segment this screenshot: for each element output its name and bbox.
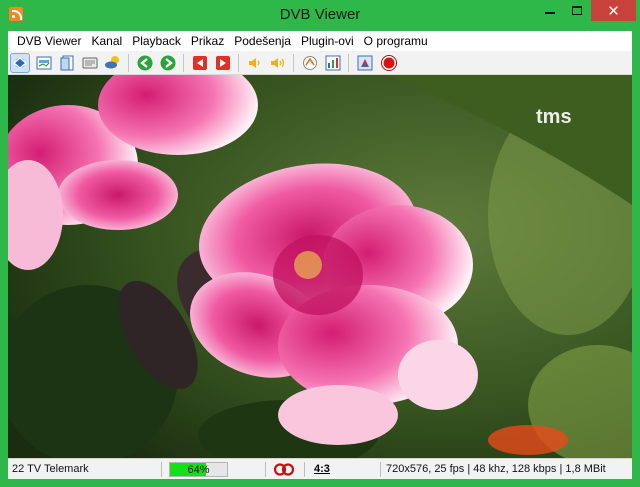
- dolby-audio-icon[interactable]: [274, 463, 294, 476]
- toolbar-separator: [238, 54, 239, 72]
- timer-icon: [357, 55, 373, 71]
- record-button[interactable]: [380, 54, 398, 72]
- channel-list-icon: [60, 55, 74, 71]
- menu-playback[interactable]: Playback: [127, 31, 186, 51]
- toolbar: [8, 51, 632, 75]
- weather-button[interactable]: [104, 54, 122, 72]
- channel-list-button[interactable]: [58, 54, 76, 72]
- snapshot-icon: [303, 56, 317, 70]
- status-separator: [380, 462, 381, 477]
- volume-down-button[interactable]: [246, 54, 264, 72]
- back-arrow-icon: [137, 55, 153, 71]
- forward-arrow-icon: [160, 55, 176, 71]
- close-button[interactable]: ✕: [591, 0, 636, 21]
- close-icon: ✕: [607, 2, 620, 20]
- status-bar: 22 TV Telemark 64% 4:3 720x576, 25 fps |…: [8, 458, 632, 479]
- aspect-ratio-toggle[interactable]: 4:3: [314, 463, 330, 475]
- osd-icon: [12, 57, 28, 69]
- toolbar-separator: [183, 54, 184, 72]
- volume-up-button[interactable]: [269, 54, 287, 72]
- weather-icon: [105, 56, 119, 69]
- menu-bar: DVB Viewer Kanal Playback Prikaz Podešen…: [8, 31, 632, 51]
- volume-up-icon: [271, 58, 285, 68]
- app-window: DVB Viewer ✕ DVB Viewer Kanal Playback P…: [0, 0, 640, 487]
- epg-icon: [36, 56, 52, 70]
- menu-podesenja[interactable]: Podešenja: [229, 31, 296, 51]
- maximize-button[interactable]: [564, 0, 590, 21]
- channel-name: 22 TV Telemark: [12, 463, 89, 475]
- teletext-button[interactable]: [81, 54, 99, 72]
- channel-logo: tms: [536, 106, 572, 128]
- status-separator: [161, 462, 162, 477]
- minimize-icon: [545, 11, 555, 14]
- maximize-icon: [572, 6, 582, 15]
- epg-button[interactable]: [35, 54, 53, 72]
- next-channel-button[interactable]: [214, 54, 232, 72]
- previous-channel-icon: [193, 56, 207, 70]
- back-button[interactable]: [136, 54, 154, 72]
- toolbar-separator: [348, 54, 349, 72]
- toolbar-separator: [293, 54, 294, 72]
- status-separator: [304, 462, 305, 477]
- signal-strength-bar: 64%: [169, 462, 228, 477]
- signal-strength-label: 64%: [187, 464, 210, 476]
- minimize-button[interactable]: [537, 0, 563, 21]
- menu-kanal[interactable]: Kanal: [86, 31, 127, 51]
- menu-plugin-ovi[interactable]: Plugin-ovi: [296, 31, 359, 51]
- status-separator: [265, 462, 266, 477]
- menu-dvb-viewer[interactable]: DVB Viewer: [12, 31, 86, 51]
- timer-button[interactable]: [356, 54, 374, 72]
- menu-prikaz[interactable]: Prikaz: [186, 31, 229, 51]
- title-bar[interactable]: DVB Viewer ✕: [0, 0, 640, 31]
- menu-o-programu[interactable]: O programu: [359, 31, 433, 51]
- previous-channel-button[interactable]: [191, 54, 209, 72]
- video-frame-image: tms: [8, 75, 632, 458]
- forward-button[interactable]: [159, 54, 177, 72]
- next-channel-icon: [216, 56, 230, 70]
- picture-settings-icon: [325, 55, 341, 71]
- record-icon: [381, 55, 397, 71]
- volume-down-icon: [249, 58, 260, 68]
- osd-button[interactable]: [10, 53, 30, 73]
- stream-info: 720x576, 25 fps | 48 khz, 128 kbps | 1,8…: [386, 463, 606, 475]
- video-area[interactable]: tms: [8, 75, 632, 458]
- snapshot-button[interactable]: [301, 54, 319, 72]
- teletext-icon: [82, 57, 98, 69]
- toolbar-separator: [128, 54, 129, 72]
- picture-settings-button[interactable]: [324, 54, 342, 72]
